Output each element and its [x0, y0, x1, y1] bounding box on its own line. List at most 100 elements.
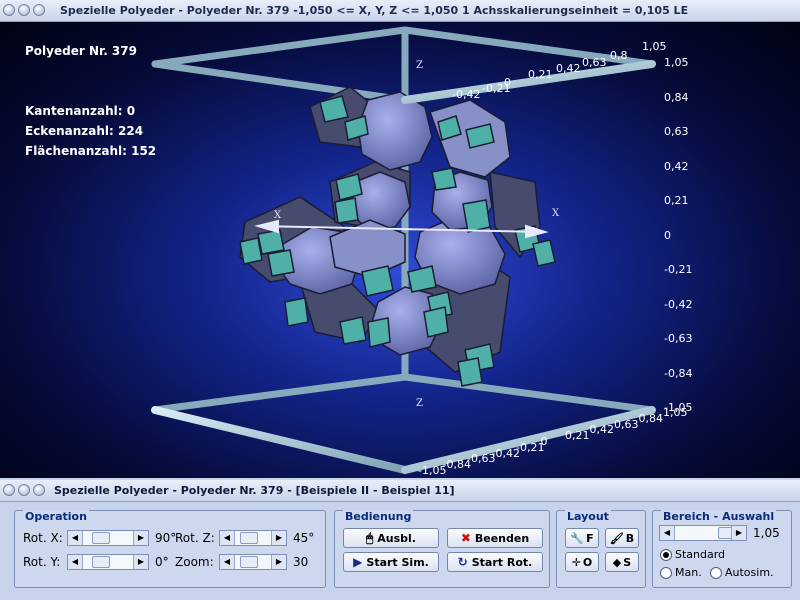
rot-x-thumb[interactable]: [92, 532, 110, 544]
hide-icon: 🖱: [366, 530, 374, 545]
operation-title: Operation: [23, 510, 89, 523]
control-panel: Operation Rot. X: ◀ ▶ 90° Rot. Y: ◀ ▶ 0°…: [0, 502, 800, 600]
bereich-title: Bereich - Auswahl: [661, 510, 777, 523]
start-rot-button[interactable]: ↻ Start Rot.: [447, 552, 543, 572]
y-axis-tick-label: -0,42: [664, 297, 693, 311]
rot-z-label: Rot. Z:: [175, 531, 215, 545]
rot-y-value: 0°: [155, 555, 169, 569]
y-axis-tick-label: 0,84: [664, 90, 689, 104]
minimize-icon[interactable]: [3, 4, 15, 16]
arrow-right-icon[interactable]: ▶: [133, 555, 148, 569]
arrow-right-icon[interactable]: ▶: [731, 526, 746, 540]
minimize-icon[interactable]: [3, 484, 15, 496]
bereich-value: 1,05: [753, 526, 780, 540]
y-axis-tick-label: 0,63: [664, 125, 689, 138]
bounding-box-front: [151, 28, 656, 478]
start-sim-button[interactable]: ▶ Start Sim.: [343, 552, 439, 572]
beenden-button[interactable]: ✖ Beenden: [447, 528, 543, 548]
radio-autosim[interactable]: [710, 567, 722, 579]
arrow-right-icon[interactable]: ▶: [271, 531, 286, 545]
rot-z-slider[interactable]: ◀ ▶: [219, 530, 287, 546]
rot-x-value: 90°: [155, 531, 177, 545]
y-axis-tick-label: 0,21: [664, 194, 689, 207]
rotate-icon: ↻: [457, 555, 468, 569]
maximize-icon[interactable]: [18, 484, 30, 496]
rot-y-thumb[interactable]: [92, 556, 110, 568]
y-axis-tick-label: -0,84: [664, 366, 693, 380]
x-axis-label-left: X: [274, 210, 282, 221]
polyhedron-name: Polyeder Nr. 379: [25, 44, 137, 58]
radio-man[interactable]: [660, 567, 672, 579]
layout-b-label: B: [625, 531, 635, 545]
close-icon[interactable]: [33, 484, 45, 496]
arrow-right-icon[interactable]: ▶: [271, 555, 286, 569]
face-count: Flächenanzahl: 152: [25, 144, 157, 158]
layout-o-button[interactable]: ✛ O: [565, 552, 599, 572]
arrow-left-icon[interactable]: ◀: [660, 526, 675, 540]
arrow-left-icon[interactable]: ◀: [68, 531, 83, 545]
close-icon[interactable]: [33, 4, 45, 16]
autosim-label: Autosim.: [725, 566, 774, 579]
rot-x-slider[interactable]: ◀ ▶: [67, 530, 149, 546]
close-x-icon: ✖: [460, 531, 471, 545]
panel-title-bar[interactable]: Spezielle Polyeder - Polyeder Nr. 379 - …: [0, 480, 800, 502]
operation-group: Operation Rot. X: ◀ ▶ 90° Rot. Y: ◀ ▶ 0°…: [14, 510, 326, 588]
y-axis-tick-label: 0,42: [664, 159, 689, 173]
arrow-left-icon[interactable]: ◀: [220, 555, 235, 569]
standard-label: Standard: [675, 548, 726, 561]
rot-x-label: Rot. X:: [23, 531, 63, 545]
polyhedron-view[interactable]: X X Z Z Polyeder Nr. 379 Kantenanzahl: 0…: [0, 22, 800, 478]
wrench-icon: 🔧: [570, 531, 585, 545]
bedienung-group: Bedienung 🖱 Ausbl. ✖ Beenden ▶ Start Sim. ↻…: [334, 510, 550, 588]
y-axis-tick-label: 1,05: [664, 56, 689, 69]
start-rot-label: Start Rot.: [471, 555, 533, 569]
y-axis-tick-label: -0,21: [664, 263, 693, 276]
rot-z-thumb[interactable]: [240, 532, 258, 544]
top-axis-tick-label: 0,42: [556, 62, 581, 75]
bottom-axis-tick-label: 0,63: [614, 417, 639, 431]
paint-icon: 🖌: [609, 531, 624, 545]
top-axis-tick-label: 0,8: [610, 49, 628, 62]
panel-window-title: Spezielle Polyeder - Polyeder Nr. 379 - …: [54, 484, 455, 497]
bottom-axis-tick-label: 0,42: [589, 423, 615, 437]
rot-y-slider[interactable]: ◀ ▶: [67, 554, 149, 570]
zoom-thumb[interactable]: [240, 556, 258, 568]
layout-f-button[interactable]: 🔧 F: [565, 528, 599, 548]
x-axis-label-right: X: [552, 208, 560, 219]
play-icon: ▶: [353, 555, 363, 569]
crosshair-icon: ✛: [571, 555, 581, 569]
top-axis-tick-label: 0,21: [528, 68, 553, 81]
bottom-axis-tick-label: 0,84: [638, 411, 664, 425]
arrow-left-icon[interactable]: ◀: [220, 531, 235, 545]
rot-y-label: Rot. Y:: [23, 555, 61, 569]
ausblenden-label: Ausbl.: [377, 531, 416, 545]
layout-o-label: O: [582, 555, 593, 569]
y-axis-tick-label: -0,63: [664, 332, 693, 345]
zoom-slider[interactable]: ◀ ▶: [219, 554, 287, 570]
window-buttons: [3, 4, 45, 16]
bereich-slider[interactable]: ◀ ▶: [659, 525, 747, 541]
ausblenden-button[interactable]: 🖱 Ausbl.: [343, 528, 439, 548]
layout-title: Layout: [565, 510, 611, 523]
zoom-value: 30: [293, 555, 309, 569]
top-axis-tick-label: 0: [504, 76, 511, 89]
y-axis-tick-label: 0: [664, 228, 671, 242]
arrow-right-icon[interactable]: ▶: [133, 531, 148, 545]
layout-b-button[interactable]: 🖌 B: [605, 528, 639, 548]
beenden-label: Beenden: [474, 531, 530, 545]
radio-standard[interactable]: [660, 549, 672, 561]
maximize-icon[interactable]: [18, 4, 30, 16]
arrow-left-icon[interactable]: ◀: [68, 555, 83, 569]
layout-f-label: F: [586, 531, 594, 545]
main-title-bar[interactable]: Spezielle Polyeder - Polyeder Nr. 379 -1…: [0, 0, 800, 22]
rot-z-value: 45°: [293, 531, 315, 545]
main-window-title: Spezielle Polyeder - Polyeder Nr. 379 -1…: [60, 4, 689, 17]
layout-s-button[interactable]: ◆ S: [605, 552, 639, 572]
bedienung-title: Bedienung: [343, 510, 414, 523]
vertex-count: Eckenanzahl: 224: [25, 124, 144, 138]
eraser-icon: ◆: [612, 555, 622, 569]
top-axis-tick-label: 1,05: [642, 40, 667, 53]
panel-window-buttons: [3, 484, 45, 496]
layout-s-label: S: [623, 555, 632, 569]
zoom-label: Zoom:: [175, 555, 214, 569]
